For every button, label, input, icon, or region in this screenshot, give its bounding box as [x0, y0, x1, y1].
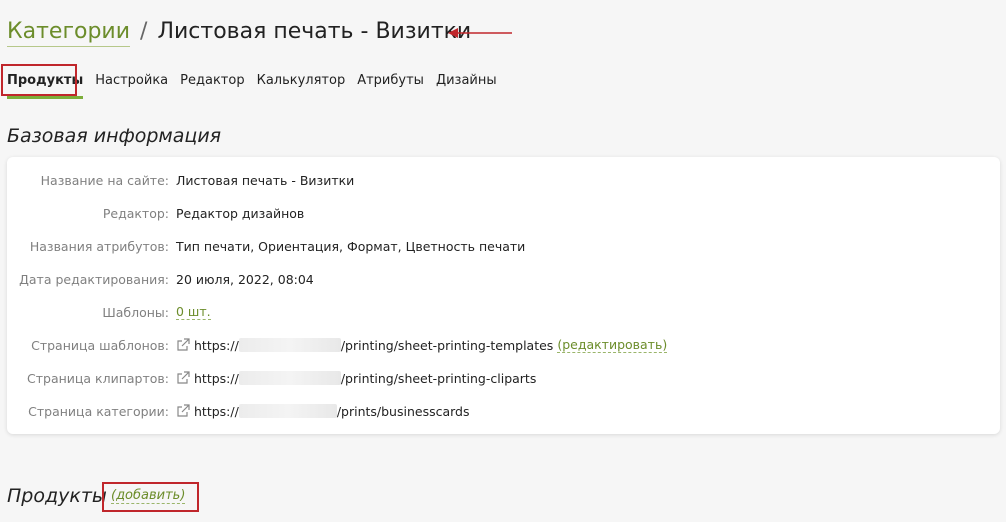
section-title-products: Продукты	[7, 485, 107, 507]
redacted-domain	[238, 338, 341, 352]
basic-info-card: Название на сайте: Листовая печать - Виз…	[7, 157, 1000, 434]
info-value: 20 июля, 2022, 08:04	[176, 271, 314, 287]
breadcrumb-categories-link[interactable]: Категории	[7, 18, 131, 47]
url-prefix[interactable]: https://	[194, 371, 239, 386]
tab-editor[interactable]: Редактор	[180, 72, 244, 90]
info-label: Страница клипартов:	[27, 370, 169, 386]
url-path[interactable]: /printing/sheet-printing-templates	[341, 338, 554, 353]
info-label: Дата редактирования:	[19, 271, 169, 287]
tab-calculator[interactable]: Калькулятор	[257, 72, 346, 90]
info-label: Страница шаблонов:	[31, 337, 169, 353]
info-label: Название на сайте:	[40, 172, 169, 188]
info-label: Страница категории:	[28, 403, 169, 419]
external-link-icon[interactable]	[176, 371, 190, 385]
url-prefix[interactable]: https://	[194, 338, 239, 353]
tab-designs[interactable]: Дизайны	[436, 72, 497, 90]
external-link-icon[interactable]	[176, 404, 190, 418]
external-link-icon[interactable]	[176, 338, 190, 352]
info-row: Название на сайте: Листовая печать - Виз…	[7, 170, 355, 190]
redacted-domain	[238, 404, 337, 418]
info-value: Редактор дизайнов	[176, 205, 305, 221]
info-row: Редактор: Редактор дизайнов	[7, 203, 304, 223]
info-row: Страница клипартов: https:// /printing/s…	[7, 368, 536, 388]
breadcrumb: Категории / Листовая печать - Визитки	[7, 18, 471, 52]
info-label: Шаблоны:	[102, 304, 169, 320]
url-path[interactable]: /printing/sheet-printing-cliparts	[341, 371, 537, 386]
edit-templates-link[interactable]: (редактировать)	[557, 337, 668, 353]
tab-settings[interactable]: Настройка	[95, 72, 168, 90]
annotation-highlight-box	[102, 482, 199, 512]
info-row: Дата редактирования: 20 июля, 2022, 08:0…	[7, 269, 314, 289]
info-row: Названия атрибутов: Тип печати, Ориентац…	[7, 236, 525, 256]
annotation-arrow-icon	[448, 28, 512, 38]
info-row: Шаблоны: 0 шт.	[7, 302, 211, 322]
templates-count-link[interactable]: 0 шт.	[176, 304, 211, 320]
tab-attributes[interactable]: Атрибуты	[357, 72, 424, 90]
breadcrumb-separator: /	[140, 19, 148, 44]
info-value: Тип печати, Ориентация, Формат, Цветност…	[176, 238, 526, 254]
info-label: Названия атрибутов:	[29, 238, 169, 254]
url-prefix[interactable]: https://	[194, 404, 239, 419]
info-label: Редактор:	[102, 205, 169, 221]
redacted-domain	[238, 371, 341, 385]
info-row: Страница шаблонов: https:// /printing/sh…	[7, 335, 668, 355]
info-row: Страница категории: https:// /prints/bus…	[7, 401, 470, 421]
section-title-basic-info: Базовая информация	[7, 125, 222, 147]
tab-bar: Продукты Настройка Редактор Калькулятор …	[7, 72, 509, 99]
page-title: Листовая печать - Визитки	[157, 19, 472, 44]
info-value: Листовая печать - Визитки	[176, 172, 355, 188]
url-path[interactable]: /prints/businesscards	[337, 404, 470, 419]
annotation-highlight-box	[1, 64, 77, 96]
